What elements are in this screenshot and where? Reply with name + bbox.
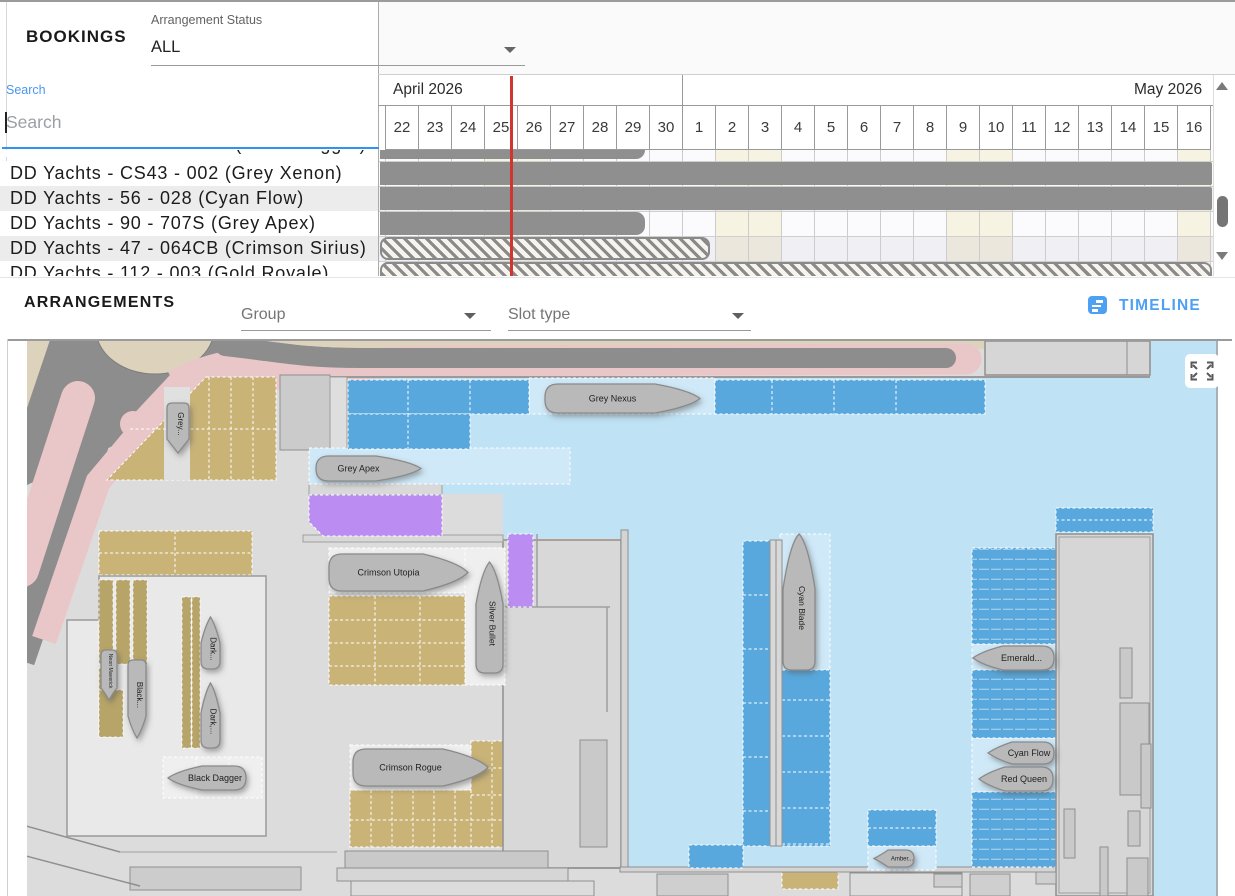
svg-text:Amber...: Amber... bbox=[891, 857, 914, 863]
svg-text:Dark...: Dark... bbox=[209, 637, 218, 661]
svg-text:Silver Bullet: Silver Bullet bbox=[488, 601, 498, 647]
svg-text:Crimson Utopia: Crimson Utopia bbox=[357, 568, 419, 578]
svg-text:Dark,...: Dark,... bbox=[209, 709, 218, 735]
svg-text:Black Dagger: Black Dagger bbox=[188, 773, 242, 783]
svg-text:Cyan Flow: Cyan Flow bbox=[1008, 748, 1051, 758]
svg-text:Grey...: Grey... bbox=[176, 412, 185, 435]
svg-text:Grey Apex: Grey Apex bbox=[337, 464, 380, 474]
svg-text:Neon Maverick: Neon Maverick bbox=[107, 654, 113, 689]
svg-text:Cyan Blade: Cyan Blade bbox=[797, 586, 807, 630]
svg-text:Red Queen: Red Queen bbox=[1001, 774, 1047, 784]
svg-text:Grey Nexus: Grey Nexus bbox=[589, 394, 637, 404]
svg-text:Crimson Rogue: Crimson Rogue bbox=[379, 763, 442, 773]
svg-text:Emerald...: Emerald... bbox=[1001, 653, 1042, 663]
svg-text:Black...: Black... bbox=[135, 682, 144, 708]
